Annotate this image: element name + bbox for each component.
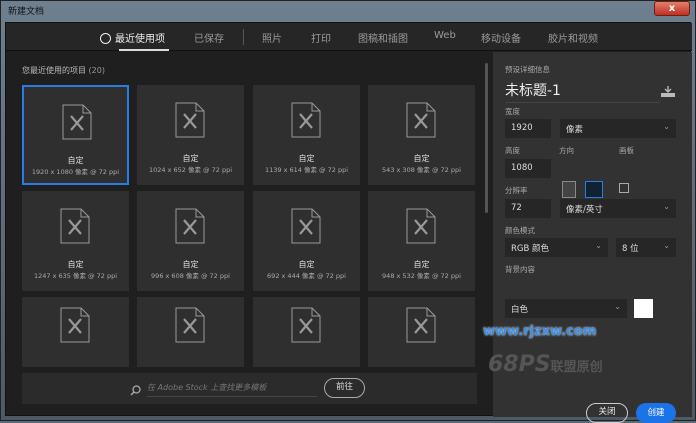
item-name: 自定 — [298, 260, 315, 269]
recent-item-tile[interactable] — [253, 297, 360, 367]
item-name: 自定 — [182, 260, 199, 269]
chevron-down-icon: ⌄ — [595, 241, 602, 250]
resolution-input[interactable]: 72 — [505, 199, 551, 218]
color-mode-label: 颜色模式 — [505, 226, 535, 235]
item-size: 996 x 608 像素 @ 72 ppi — [151, 272, 230, 280]
watermark-url: www.rjzxw.com — [483, 324, 597, 339]
item-name: 自定 — [413, 260, 430, 269]
recent-item-tile[interactable]: 自定 1139 x 614 像素 @ 72 ppi — [253, 85, 360, 185]
recent-item-tile[interactable]: 自定 996 x 608 像素 @ 72 ppi — [137, 191, 244, 291]
save-preset-icon[interactable] — [661, 82, 675, 101]
item-size: 1247 x 635 像素 @ 72 ppi — [33, 272, 118, 280]
landscape-orientation-icon[interactable] — [585, 181, 603, 198]
stock-search-bar: 在 Adobe Stock 上查找更多模板 前往 — [22, 373, 477, 404]
artboard-label: 画板 — [619, 146, 634, 155]
height-label: 高度 — [505, 146, 520, 155]
tab-recent[interactable]: 最近使用项 — [100, 30, 165, 45]
width-input[interactable]: 1920 — [505, 119, 551, 138]
item-size: 543 x 308 像素 @ 72 ppi — [382, 166, 461, 174]
chevron-down-icon: ⌄ — [663, 241, 670, 250]
portrait-orientation-icon[interactable] — [562, 181, 576, 198]
recent-item-tile[interactable]: 自定 948 x 532 像素 @ 72 ppi — [368, 191, 475, 291]
bit-depth-select[interactable]: 8 位 ⌄ — [616, 238, 676, 257]
window-title: 新建文档 — [8, 7, 45, 17]
clock-icon — [100, 33, 111, 44]
tab-film-video[interactable]: 胶片和视频 — [548, 30, 598, 45]
background-select[interactable]: 白色 ⌄ — [505, 299, 627, 318]
width-label: 宽度 — [505, 107, 520, 116]
recent-item-tile[interactable]: 自定 543 x 308 像素 @ 72 ppi — [368, 85, 475, 185]
item-size: 1920 x 1080 像素 @ 72 ppi — [31, 168, 120, 176]
details-heading: 预设详细信息 — [505, 65, 550, 74]
window-close-button[interactable]: x — [654, 1, 690, 16]
orientation-label: 方向 — [559, 146, 574, 155]
item-name: 自定 — [413, 154, 430, 163]
active-tab-underline — [119, 49, 169, 51]
recent-item-tile[interactable]: 自定 1024 x 652 像素 @ 72 ppi — [137, 85, 244, 185]
background-label: 背景内容 — [505, 265, 535, 274]
item-size: 1139 x 614 像素 @ 72 ppi — [264, 166, 349, 174]
recent-item-tile[interactable] — [368, 297, 475, 367]
go-button[interactable]: 前往 — [324, 378, 365, 398]
item-name: 自定 — [182, 154, 199, 163]
scrollbar[interactable] — [485, 63, 488, 213]
recent-heading: 您最近使用的项目 (20) — [22, 66, 105, 75]
tab-mobile[interactable]: 移动设备 — [481, 30, 521, 45]
tab-art-illustration[interactable]: 图稿和插图 — [358, 30, 408, 45]
resolution-unit-select[interactable]: 像素/英寸 ⌄ — [560, 199, 676, 218]
color-mode-select[interactable]: RGB 颜色 ⌄ — [505, 238, 608, 257]
recent-item-tile[interactable] — [137, 297, 244, 367]
create-button[interactable]: 创建 — [636, 403, 676, 423]
background-color-swatch[interactable] — [634, 299, 653, 318]
tab-print[interactable]: 打印 — [311, 30, 331, 45]
artboard-checkbox[interactable] — [619, 183, 629, 193]
item-size: 1024 x 652 像素 @ 72 ppi — [148, 166, 233, 174]
recent-item-tile[interactable]: 自定 1920 x 1080 像素 @ 72 ppi — [22, 85, 129, 185]
item-name: 自定 — [67, 156, 84, 165]
search-icon — [130, 381, 141, 400]
document-name-input[interactable]: 未标题-1 — [505, 80, 660, 103]
recent-item-tile[interactable]: 自定 1247 x 635 像素 @ 72 ppi — [22, 191, 129, 291]
close-button[interactable]: 关闭 — [586, 403, 628, 423]
item-size: 692 x 444 像素 @ 72 ppi — [267, 272, 346, 280]
recent-item-tile[interactable] — [22, 297, 129, 367]
watermark-logo: 68PS联盟原创 — [488, 352, 603, 377]
item-name: 自定 — [67, 260, 84, 269]
tab-photo[interactable]: 照片 — [262, 30, 282, 45]
item-name: 自定 — [298, 154, 315, 163]
stock-search-input[interactable]: 在 Adobe Stock 上查找更多模板 — [147, 382, 317, 397]
chevron-down-icon: ⌄ — [663, 202, 670, 211]
height-input[interactable]: 1080 — [505, 159, 551, 178]
new-document-dialog: 最近使用项 已保存 照片 打印 图稿和插图 Web 移动设备 胶片和视频 您最近… — [5, 22, 692, 423]
item-size: 948 x 532 像素 @ 72 ppi — [382, 272, 461, 280]
chevron-down-icon: ⌄ — [614, 302, 621, 311]
width-unit-select[interactable]: 像素 ⌄ — [560, 119, 676, 138]
tab-web[interactable]: Web — [434, 30, 456, 41]
preset-details-panel: 预设详细信息 未标题-1 宽度 1920 像素 ⌄ 高度 方向 画板 1080 分… — [483, 52, 692, 423]
tab-divider — [243, 29, 244, 45]
resolution-label: 分辨率 — [505, 186, 528, 195]
recent-item-tile[interactable]: 自定 692 x 444 像素 @ 72 ppi — [253, 191, 360, 291]
chevron-down-icon: ⌄ — [663, 122, 670, 131]
tab-bar: 最近使用项 已保存 照片 打印 图稿和插图 Web 移动设备 胶片和视频 — [6, 23, 692, 51]
tab-saved[interactable]: 已保存 — [194, 30, 224, 45]
